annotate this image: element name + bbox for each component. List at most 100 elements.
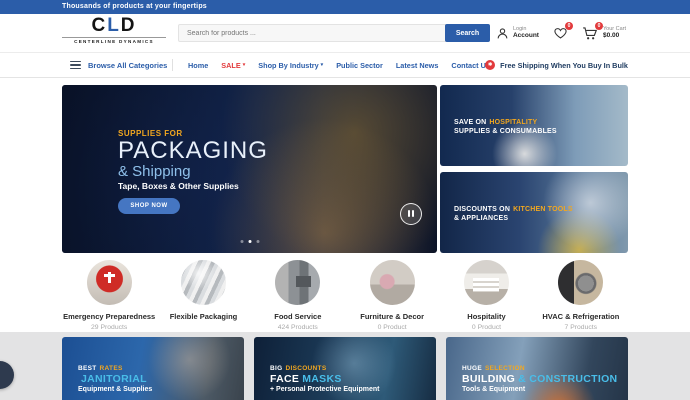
face-masks-banner[interactable]: BIGDISCOUNTS FACEMASKS + Personal Protec… <box>254 337 436 400</box>
logo[interactable]: CLD CENTERLINE DYNAMICS <box>62 16 166 44</box>
user-icon <box>496 27 509 40</box>
banner-highlight: HOSPITALITY <box>489 119 537 126</box>
nav-divider <box>172 59 173 71</box>
category-image-furniture-decor <box>370 260 415 305</box>
hero-content: SUPPLIES FOR PACKAGING & Shipping Tape, … <box>118 129 268 214</box>
navbar: Browse All Categories Home SALE▾ Shop By… <box>0 52 690 78</box>
category-image-hvac-refrigeration <box>558 260 603 305</box>
cart-total: $0.00 <box>603 32 626 40</box>
category-count: 29 Products <box>62 324 156 331</box>
category-furniture-decor[interactable]: Furniture & Decor 0 Product <box>345 260 439 331</box>
banner-text: BIGDISCOUNTS FACEMASKS + Personal Protec… <box>270 365 380 394</box>
cart-icon-wrap: 0 <box>582 26 598 41</box>
kitchen-tools-banner[interactable]: DISCOUNTS ONKITCHEN TOOLS & APPLIANCES <box>440 172 628 253</box>
title-pre: FACE <box>270 373 299 385</box>
nav-item-label: Shop By Industry <box>258 61 318 70</box>
banner-title: FACEMASKS <box>270 373 380 385</box>
banner-pre: SAVE ON <box>454 119 486 126</box>
category-row: Emergency Preparedness 29 Products Flexi… <box>62 260 628 331</box>
banner-highlight: KITCHEN TOOLS <box>513 206 573 213</box>
hero-carousel: SUPPLIES FOR PACKAGING & Shipping Tape, … <box>62 85 437 253</box>
banner-eyebrow: BIGDISCOUNTS <box>270 365 380 373</box>
nav-item-home[interactable]: Home <box>188 61 208 70</box>
building-construction-banner[interactable]: HUGESELECTION BUILDING& CONSTRUCTION Too… <box>446 337 628 400</box>
title-highlight: JANITORIAL <box>81 373 147 385</box>
promo-text: Free Shipping When You Buy In Bulk <box>500 61 628 70</box>
title-pre: BUILDING <box>462 373 515 385</box>
nav-item-label: Public Sector <box>336 61 383 70</box>
category-name: Furniture & Decor <box>345 312 439 321</box>
bottom-banner-section: BESTRATES JANITORIAL Equipment & Supplie… <box>0 332 690 400</box>
cart-labels: Your Cart $0.00 <box>603 26 626 40</box>
category-count: 7 Products <box>534 324 628 331</box>
banner-title: BUILDING& CONSTRUCTION <box>462 373 617 385</box>
banner-line2: SUPPLIES & CONSUMABLES <box>454 127 557 136</box>
category-name: Food Service <box>251 312 345 321</box>
banner-text: BESTRATES JANITORIAL Equipment & Supplie… <box>78 365 152 394</box>
logo-letter-c: C <box>91 15 107 36</box>
banner-text: HUGESELECTION BUILDING& CONSTRUCTION Too… <box>462 365 617 394</box>
chevron-down-icon: ▾ <box>243 63 246 68</box>
shop-now-button[interactable]: SHOP NOW <box>118 198 180 214</box>
nav-item-public-sector[interactable]: Public Sector <box>336 61 383 70</box>
category-flexible-packaging[interactable]: Flexible Packaging <box>156 260 250 331</box>
nav-links: Home SALE▾ Shop By Industry▾ Public Sect… <box>188 53 490 77</box>
carousel-pause-button[interactable] <box>400 203 422 225</box>
chevron-down-icon: ▾ <box>321 63 324 68</box>
category-name: HVAC & Refrigeration <box>534 312 628 321</box>
header-actions: Login Account 0 0 Your Cart <box>496 22 626 44</box>
category-name: Emergency Preparedness <box>62 312 156 321</box>
logo-word: CLD <box>62 16 166 36</box>
wishlist-button[interactable]: 0 <box>553 26 568 40</box>
nav-item-label: Latest News <box>396 61 439 70</box>
free-shipping-promo: ✱ Free Shipping When You Buy In Bulk <box>485 53 628 77</box>
category-hvac-refrigeration[interactable]: HVAC & Refrigeration 7 Products <box>534 260 628 331</box>
category-emergency-preparedness[interactable]: Emergency Preparedness 29 Products <box>62 260 156 331</box>
hero-tagline: Tape, Boxes & Other Supplies <box>118 181 268 192</box>
hospitality-banner[interactable]: SAVE ONHOSPITALITY SUPPLIES & CONSUMABLE… <box>440 85 628 166</box>
browse-label: Browse All Categories <box>88 61 167 70</box>
search-button[interactable]: Search <box>445 24 490 42</box>
banner-eyebrow: HUGESELECTION <box>462 365 617 373</box>
category-count: 424 Products <box>251 324 345 331</box>
nav-item-label: SALE <box>221 61 240 70</box>
nav-item-contact-us[interactable]: Contact Us <box>451 61 490 70</box>
category-food-service[interactable]: Food Service 424 Products <box>251 260 345 331</box>
eyebrow-pre: BIG <box>270 365 282 372</box>
header: CLD CENTERLINE DYNAMICS Search Login Acc… <box>0 14 690 52</box>
carousel-dot[interactable] <box>256 240 259 243</box>
nav-item-shop-by-industry[interactable]: Shop By Industry▾ <box>258 61 323 70</box>
logo-subtext: CENTERLINE DYNAMICS <box>62 37 166 44</box>
topbar-message: Thousands of products at your fingertips <box>0 0 690 14</box>
hero-title: PACKAGING <box>118 139 268 163</box>
carousel-dot-active[interactable] <box>248 240 251 243</box>
category-name: Hospitality <box>439 312 533 321</box>
category-image-flexible-packaging <box>181 260 226 305</box>
carousel-dot[interactable] <box>240 240 243 243</box>
banner-text: DISCOUNTS ONKITCHEN TOOLS & APPLIANCES <box>454 205 573 223</box>
account-link[interactable]: Login Account <box>496 26 539 40</box>
category-hospitality[interactable]: Hospitality 0 Product <box>439 260 533 331</box>
banner-tagline: + Personal Protective Equipment <box>270 385 380 394</box>
search-input[interactable] <box>178 24 446 42</box>
category-name: Flexible Packaging <box>156 312 250 321</box>
nav-item-sale[interactable]: SALE▾ <box>221 61 245 70</box>
category-image-food-service <box>275 260 320 305</box>
banner-text: SAVE ONHOSPITALITY SUPPLIES & CONSUMABLE… <box>454 118 557 136</box>
hamburger-icon <box>70 61 81 70</box>
nav-item-latest-news[interactable]: Latest News <box>396 61 439 70</box>
wishlist-badge: 0 <box>565 22 573 30</box>
browse-all-categories-button[interactable]: Browse All Categories <box>70 53 167 77</box>
title-highlight: MASKS <box>302 373 341 385</box>
banner-tagline: Equipment & Supplies <box>78 385 152 394</box>
cart-button[interactable]: 0 Your Cart $0.00 <box>582 26 626 41</box>
banner-pre: DISCOUNTS ON <box>454 206 510 213</box>
banner-tagline: Tools & Equipment <box>462 385 617 394</box>
account-label: Account <box>513 32 539 40</box>
eyebrow-pre: BEST <box>78 365 97 372</box>
janitorial-banner[interactable]: BESTRATES JANITORIAL Equipment & Supplie… <box>62 337 244 400</box>
banner-line1: DISCOUNTS ONKITCHEN TOOLS <box>454 205 573 214</box>
page: Thousands of products at your fingertips… <box>0 0 690 400</box>
banner-title: JANITORIAL <box>78 373 152 385</box>
banner-eyebrow: BESTRATES <box>78 365 152 373</box>
